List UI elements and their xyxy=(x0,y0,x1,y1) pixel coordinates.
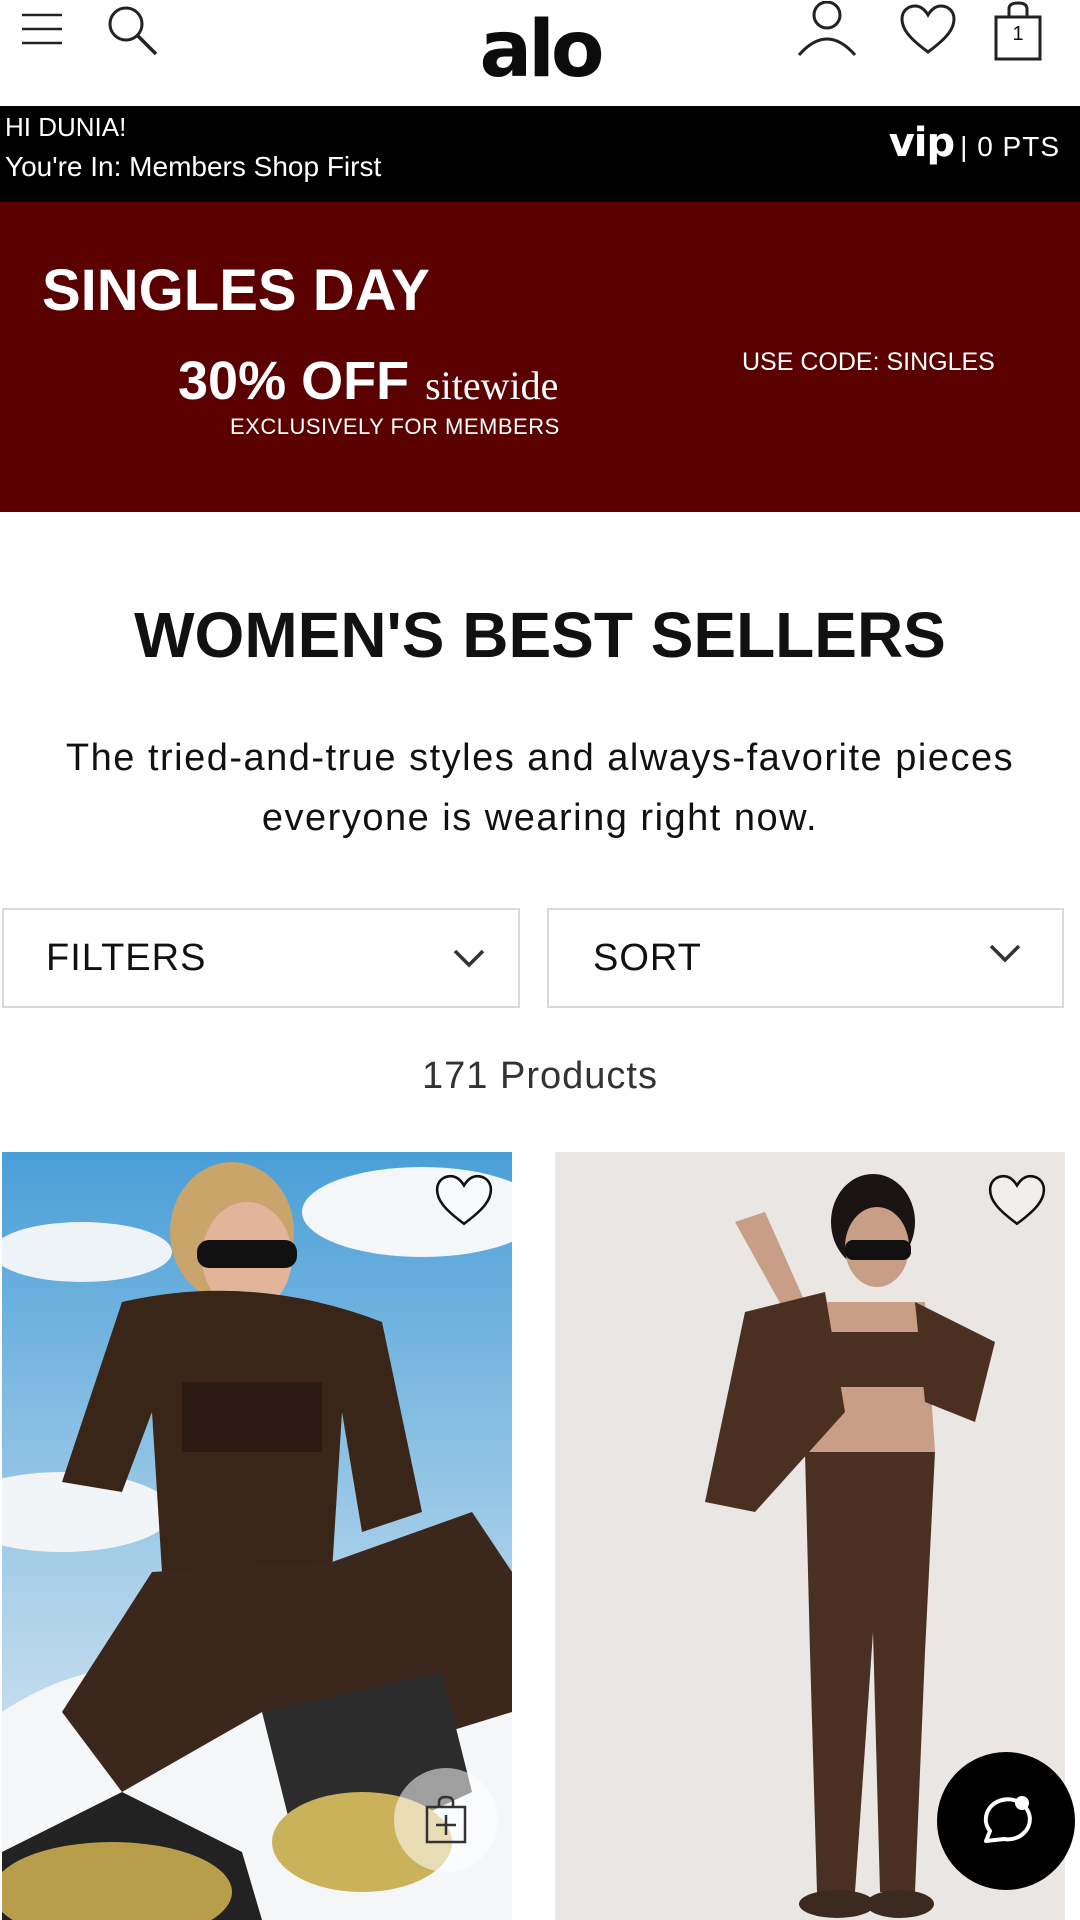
quick-add-button[interactable] xyxy=(394,1768,498,1872)
filters-dropdown[interactable]: FILTERS xyxy=(2,908,520,1008)
filters-label: FILTERS xyxy=(46,936,207,979)
product-card[interactable] xyxy=(2,1152,512,1920)
product-count: 171 Products xyxy=(422,1055,658,1097)
promo-subtitle: EXCLUSIVELY FOR MEMBERS xyxy=(230,414,560,439)
chevron-down-icon xyxy=(989,944,1021,963)
vip-logo: vip xyxy=(888,120,955,166)
member-status: You're In: Members Shop First xyxy=(5,151,382,182)
promo-discount-suffix: sitewide xyxy=(425,363,559,408)
wishlist-button[interactable] xyxy=(987,1174,1047,1230)
member-bar: HI DUNIA! You're In: Members Shop First … xyxy=(0,106,1080,202)
promo-discount: 30% OFF sitewide xyxy=(178,350,558,412)
promo-discount-amount: 30% OFF xyxy=(178,351,410,411)
account-button[interactable] xyxy=(792,0,862,60)
quick-add-bag-icon xyxy=(425,1795,467,1844)
chevron-down-icon xyxy=(453,949,485,968)
page-title: WOMEN'S BEST SELLERS xyxy=(134,599,946,671)
search-icon xyxy=(108,6,158,56)
menu-icon xyxy=(22,13,62,45)
search-button[interactable] xyxy=(100,0,164,60)
member-greeting: HI DUNIA! xyxy=(5,112,127,142)
page-description: The tried-and-true styles and always-fav… xyxy=(65,737,1015,839)
account-icon xyxy=(797,1,857,56)
site-header: alo 1 xyxy=(0,0,1080,106)
wishlist-button[interactable] xyxy=(896,0,960,60)
vip-points[interactable]: vip | 0 PTS xyxy=(889,120,1060,166)
menu-button[interactable] xyxy=(12,2,72,56)
sort-label: SORT xyxy=(593,936,702,979)
heart-icon xyxy=(900,4,956,54)
heart-icon xyxy=(435,1174,493,1226)
chat-button[interactable] xyxy=(937,1752,1075,1890)
cart-count-badge: 1 xyxy=(1012,23,1024,45)
sort-dropdown[interactable]: SORT xyxy=(547,908,1064,1008)
promo-title: SINGLES DAY xyxy=(42,258,430,323)
promo-banner[interactable]: SINGLES DAY 30% OFF sitewide EXCLUSIVELY… xyxy=(0,202,1080,512)
wishlist-button[interactable] xyxy=(434,1174,494,1230)
shopping-bag-button[interactable]: 1 xyxy=(990,0,1046,64)
alo-logo[interactable]: alo xyxy=(440,0,640,100)
promo-code: USE CODE: SINGLES xyxy=(742,348,995,376)
vip-points-value: | 0 PTS xyxy=(960,131,1060,162)
chat-icon xyxy=(983,1796,1032,1843)
heart-icon xyxy=(988,1174,1046,1226)
